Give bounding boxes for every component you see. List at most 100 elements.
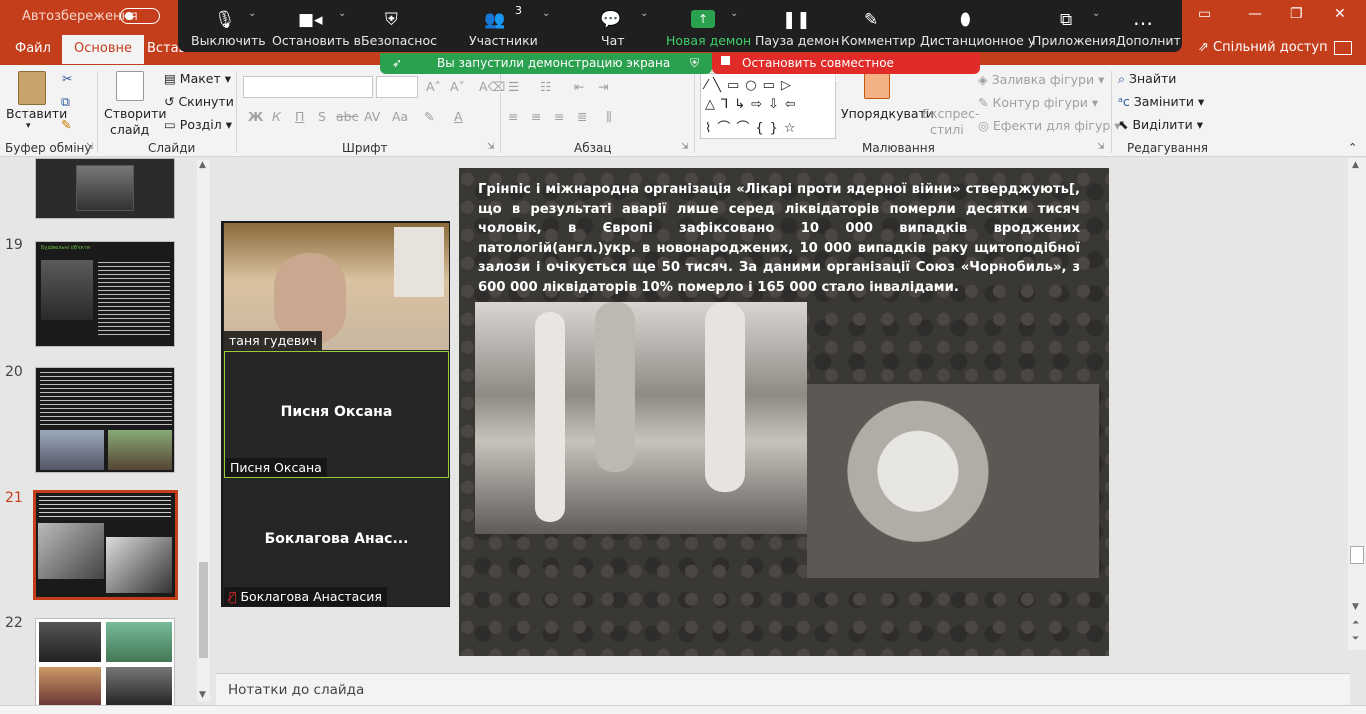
numbering-icon[interactable]: ☷ [540, 79, 551, 94]
align-left-icon[interactable]: ≡ [508, 109, 518, 124]
scroll-down-icon[interactable]: ▼ [199, 690, 206, 700]
scroll-up-icon[interactable]: ▲ [1352, 160, 1359, 170]
cut-icon[interactable]: ✂ [62, 71, 72, 86]
char-spacing-button[interactable]: AV [364, 109, 380, 124]
slide-thumbnail-19[interactable]: Будівельні об'єкти [35, 241, 175, 347]
scrollbar-thumb[interactable] [1350, 546, 1364, 564]
clear-format-icon[interactable]: A⌫ [479, 79, 505, 94]
new-share-button[interactable]: Новая демон [666, 33, 751, 48]
participants-button[interactable]: Участники [469, 33, 538, 48]
decrease-font-icon[interactable]: A˅ [450, 79, 465, 94]
dialog-launcher-icon[interactable]: ⇲ [86, 142, 94, 152]
chevron-down-icon[interactable]: ▾ [26, 121, 31, 131]
chevron-down-icon[interactable]: ⌄ [1092, 8, 1100, 19]
font-color-icon[interactable]: A [454, 109, 463, 124]
next-slide-icon[interactable]: ⏷ [1352, 634, 1359, 644]
minimize-button[interactable]: — [1248, 6, 1262, 22]
replace-button[interactable]: ᵃc Замінити ▾ [1118, 94, 1204, 109]
quick-styles-button[interactable]: Експрес- [922, 106, 980, 121]
remote-control-button[interactable]: Дистанционное у [920, 33, 1035, 48]
shape-effects-button[interactable]: ◎ Ефекти для фігур ▾ [978, 118, 1121, 133]
slide-thumbnail-20[interactable] [35, 367, 175, 473]
tab-home[interactable]: Основне [62, 35, 144, 64]
security-button[interactable]: Безопаснос [361, 33, 437, 48]
apps-button[interactable]: Приложения [1032, 33, 1116, 48]
slide-thumbnail-21[interactable] [33, 490, 178, 600]
highlight-icon[interactable]: ✎ [424, 109, 434, 124]
underline-button[interactable]: П [295, 109, 304, 124]
slide-canvas[interactable]: Грінпіс і міжнародна організація «Лікарі… [459, 168, 1109, 656]
notes-pane[interactable]: Нотатки до слайда [216, 673, 1350, 705]
stop-share-button[interactable]: Остановить совместное использование [712, 53, 980, 84]
align-center-icon[interactable]: ≡ [531, 109, 541, 124]
reset-button[interactable]: ↺ Скинути [164, 94, 234, 109]
stop-video-button[interactable]: Остановить в [272, 33, 361, 48]
bullets-icon[interactable]: ☰ [508, 79, 519, 94]
comment-icon[interactable] [1334, 41, 1352, 55]
indent-increase-icon[interactable]: ⇥ [598, 79, 608, 94]
participants-icon: 👥 [484, 10, 506, 30]
shape-outline-button[interactable]: ✎ Контур фігури ▾ [978, 95, 1098, 110]
chevron-down-icon[interactable]: ⌄ [730, 8, 738, 19]
select-button[interactable]: ⬉ Виділити ▾ [1118, 117, 1203, 132]
change-case-button[interactable]: Aa [392, 109, 408, 124]
dialog-launcher-icon[interactable]: ⇲ [1097, 142, 1105, 152]
tab-file[interactable]: Файл [15, 41, 51, 56]
mute-button[interactable]: Выключить [191, 33, 266, 48]
align-right-icon[interactable]: ≡ [554, 109, 564, 124]
thumbnail-scrollbar[interactable]: ▲ ▼ [197, 160, 210, 702]
paste-button[interactable]: Вставити [6, 106, 67, 121]
previous-slide-icon[interactable]: ⏶ [1352, 618, 1359, 628]
new-slide-button[interactable]: Створити [104, 106, 167, 121]
dialog-launcher-icon[interactable]: ⇲ [487, 142, 495, 152]
chevron-down-icon[interactable]: ⌄ [542, 8, 550, 19]
pause-share-button[interactable]: Пауза демон [755, 33, 839, 48]
font-family-input[interactable] [243, 76, 373, 98]
justify-icon[interactable]: ≣ [577, 109, 587, 124]
more-button[interactable]: Дополнит [1116, 33, 1181, 48]
slide-photo-child[interactable] [807, 384, 1099, 578]
restore-button[interactable]: ❐ [1290, 6, 1303, 22]
format-painter-icon[interactable]: ✎ [61, 117, 71, 132]
chat-button[interactable]: Чат [601, 33, 625, 48]
video-tile-3[interactable]: Боклагова Анас... 🎙̸ Боклагова Анастасия [224, 479, 449, 606]
slide-photo-children[interactable] [475, 302, 807, 534]
video-tile-2[interactable]: Писня Оксана Писня Оксана [224, 351, 449, 478]
arrange-button[interactable]: Упорядкувати [841, 106, 934, 121]
slide-body-text[interactable]: Грінпіс і міжнародна організація «Лікарі… [478, 180, 1080, 298]
indent-decrease-icon[interactable]: ⇤ [574, 79, 584, 94]
chevron-down-icon[interactable]: ⌄ [640, 8, 648, 19]
pin-icon[interactable]: ➶ [392, 56, 402, 70]
shape-fill-button[interactable]: ◈ Заливка фігури ▾ [978, 72, 1104, 87]
italic-button[interactable]: К [272, 109, 281, 124]
annotate-button[interactable]: Комментир [841, 33, 916, 48]
chevron-down-icon[interactable]: ⌄ [248, 8, 256, 19]
shape-row-3: ⌇⌒⌒{}☆ [705, 121, 802, 136]
autosave-toggle[interactable] [120, 8, 160, 24]
layout-button[interactable]: ▤ Макет ▾ [164, 71, 231, 86]
columns-icon[interactable]: ⫼ [606, 109, 612, 125]
slide-thumbnail-22[interactable] [35, 618, 175, 708]
font-size-input[interactable] [376, 76, 418, 98]
scroll-down-icon[interactable]: ▼ [1352, 602, 1359, 612]
copy-icon[interactable]: ⧉ [61, 94, 70, 110]
editor-scrollbar[interactable]: ▲ ▼ ⏶ ⏷ [1348, 158, 1366, 650]
slide-thumbnail-18[interactable] [35, 158, 175, 219]
chevron-down-icon[interactable]: ⌄ [338, 8, 346, 19]
share-button[interactable]: ⇗ Спільний доступ [1198, 40, 1328, 55]
dialog-launcher-icon[interactable]: ⇲ [681, 142, 689, 152]
close-button[interactable]: ✕ [1334, 6, 1346, 22]
scroll-up-icon[interactable]: ▲ [199, 160, 206, 170]
ribbon-display-icon[interactable]: ▭ [1198, 6, 1211, 22]
pause-icon: ❚❚ [782, 10, 811, 30]
section-button[interactable]: ▭ Розділ ▾ [164, 117, 232, 132]
increase-font-icon[interactable]: A˄ [426, 79, 441, 94]
shadow-icon[interactable]: S [318, 109, 326, 124]
bold-button[interactable]: Ж [248, 109, 263, 124]
video-tile-1[interactable]: таня гудевич [224, 223, 449, 350]
strikethrough-button[interactable]: abc [336, 109, 358, 124]
scrollbar-thumb[interactable] [199, 562, 208, 658]
collapse-ribbon-icon[interactable]: ⌃ [1348, 141, 1357, 154]
find-button[interactable]: ⌕ Знайти [1118, 71, 1176, 87]
zoom-toolbar: 🎙 ⌄ Выключить ■◂ ⌄ Остановить в ⛨ Безопа… [178, 0, 1182, 52]
